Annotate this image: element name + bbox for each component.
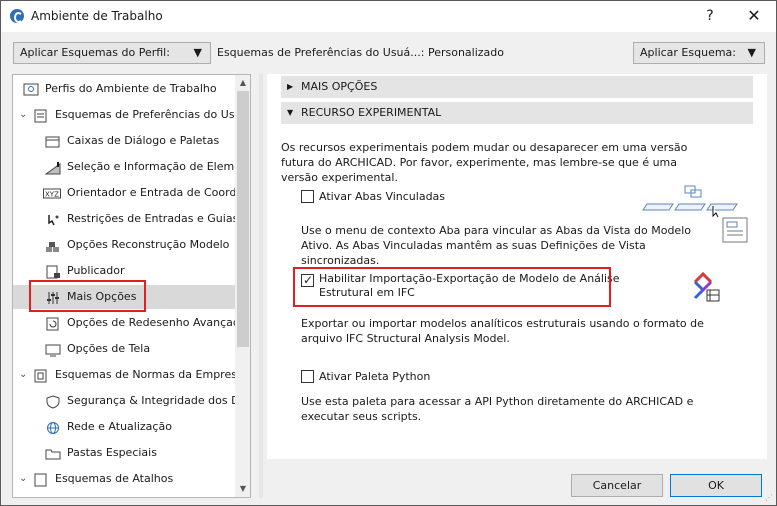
ifc-option-highlight (293, 267, 611, 307)
chevron-down-icon: ▼ (747, 46, 756, 59)
ok-button[interactable]: OK (670, 474, 762, 497)
scheme-toolbar: Aplicar Esquemas do Perfil: ▼ Esquemas d… (1, 32, 776, 72)
close-button[interactable]: ✕ (739, 5, 769, 27)
tree-item-tracker[interactable]: XYZ Orientador e Entrada de Coorder (13, 181, 248, 205)
ifc-description: Exportar ou importar modelos analíticos … (301, 317, 704, 345)
scheme-status-text: Esquemas de Preferências do Usuá...: Per… (217, 46, 504, 59)
tree-item-dialogs[interactable]: Caixas de Diálogo e Paletas (13, 129, 235, 153)
tree-item-label: Esquemas de Preferências do Usuá (55, 108, 249, 121)
tree-item-profiles[interactable]: Perfis do Ambiente de Trabalho (13, 77, 235, 101)
chevron-down-icon[interactable]: ⌄ (19, 363, 29, 387)
constraint-icon (45, 212, 61, 226)
python-label: Ativar Paleta Python (319, 370, 431, 383)
tree-item-label: Esquemas de Normas da Empresa (55, 368, 244, 381)
tree-item-label: Orientador e Entrada de Coorder (67, 186, 248, 199)
more-options-highlight (29, 280, 146, 312)
tree-item-label: Rede e Atualização (67, 420, 172, 433)
apply-profile-schemes-dropdown[interactable]: Aplicar Esquemas do Perfil: ▼ (13, 42, 211, 64)
tree-item-label: Restrições de Entradas e Guias (67, 212, 239, 225)
ifc-structural-icon (693, 272, 720, 302)
linked-tabs-checkbox[interactable] (301, 190, 314, 203)
experimental-intro: Os recursos experimentais podem mudar ou… (281, 141, 688, 184)
python-description: Use esta paleta para acessar a API Pytho… (301, 395, 694, 423)
tree-item-label: Opções de Tela (67, 342, 151, 355)
user-prefs-icon (33, 108, 49, 123)
rebuild-icon (45, 238, 61, 252)
shortcut-icon (33, 472, 49, 487)
redraw-icon (45, 316, 61, 331)
network-icon (45, 420, 61, 434)
tree-item-label: Segurança & Integridade dos Da (67, 394, 247, 407)
chevron-down-icon: ▼ (193, 46, 202, 59)
tree-item-model-rebuild[interactable]: Opções Reconstrução Modelo (13, 233, 235, 257)
python-option[interactable]: Ativar Paleta Python (301, 369, 621, 385)
tree-item-label: Opções Reconstrução Modelo (67, 238, 230, 251)
tree-item-label: Perfis do Ambiente de Trabalho (45, 82, 217, 95)
tree-item-shortcut-schemes[interactable]: ⌄ Esquemas de Atalhos (13, 467, 235, 491)
window-title: Ambiente de Trabalho (31, 9, 163, 23)
linked-tabs-option[interactable]: Ativar Abas Vinculadas (301, 189, 621, 205)
scroll-thumb[interactable] (237, 91, 249, 347)
scroll-up-arrow-icon[interactable]: ▲ (235, 75, 250, 91)
company-icon (33, 368, 49, 383)
collapse-triangle-icon: ▼ (287, 108, 294, 117)
screen-icon (45, 342, 61, 357)
options-panel: ▶ MAIS OPÇÕES ▼ RECURSO EXPERIMENTAL Os … (267, 74, 767, 459)
title-bar: Ambiente de Trabalho ? ✕ (1, 1, 776, 32)
tree-item-company-schemes[interactable]: ⌄ Esquemas de Normas da Empresa (13, 363, 244, 387)
chevron-down-icon[interactable]: ⌄ (19, 467, 29, 491)
tree-item-label: Opções de Redesenho Avançada (67, 316, 247, 329)
linked-tabs-illustration-icon (642, 185, 748, 243)
archicad-logo-icon (10, 9, 24, 23)
preferences-tree: Perfis do Ambiente de Trabalho ⌄ Esquema… (12, 74, 251, 498)
tree-item-label: Seleção e Informação de Element (67, 160, 251, 173)
tree-item-label: Caixas de Diálogo e Paletas (67, 134, 220, 147)
tree-item-redraw[interactable]: Opções de Redesenho Avançada (13, 311, 247, 335)
tree-item-network[interactable]: Rede e Atualização (13, 415, 235, 439)
tree-item-constraints[interactable]: Restrições de Entradas e Guias (13, 207, 239, 231)
section-more-options[interactable]: ▶ MAIS OPÇÕES (281, 76, 753, 98)
tree-item-label: Esquemas de Atalhos (55, 472, 174, 485)
section-experimental[interactable]: ▼ RECURSO EXPERIMENTAL (281, 102, 753, 124)
dialog-icon (45, 134, 61, 148)
panel-splitter[interactable] (259, 74, 263, 498)
selection-icon (44, 160, 61, 175)
section-title: RECURSO EXPERIMENTAL (301, 106, 442, 119)
tree-scrollbar[interactable]: ▲ ▼ (235, 75, 250, 497)
publisher-icon (45, 264, 61, 279)
linked-tabs-label: Ativar Abas Vinculadas (319, 190, 446, 203)
section-title: MAIS OPÇÕES (301, 80, 378, 93)
apply-profile-schemes-label: Aplicar Esquemas do Perfil: (20, 46, 170, 59)
chevron-down-icon[interactable]: ⌄ (19, 103, 29, 127)
apply-scheme-label: Aplicar Esquema: (640, 46, 736, 59)
scroll-down-arrow-icon[interactable]: ▼ (235, 481, 250, 497)
xyz-icon: XYZ (43, 186, 61, 200)
tree-item-special-folders[interactable]: Pastas Especiais (13, 441, 235, 465)
svg-text:XYZ: XYZ (45, 191, 59, 199)
help-button[interactable]: ? (695, 5, 725, 27)
tree-item-label: Pastas Especiais (67, 446, 157, 459)
tree-item-security[interactable]: Segurança & Integridade dos Da (13, 389, 246, 413)
preferences-dialog: Ambiente de Trabalho ? ✕ Aplicar Esquema… (0, 0, 777, 506)
tree-item-selection[interactable]: Seleção e Informação de Element (13, 155, 250, 179)
profile-icon (23, 82, 39, 96)
cancel-button[interactable]: Cancelar (571, 474, 663, 497)
expand-triangle-icon: ▶ (287, 82, 294, 91)
python-checkbox[interactable] (301, 370, 314, 383)
folder-icon (45, 446, 61, 460)
tree-item-user-schemes[interactable]: ⌄ Esquemas de Preferências do Usuá (13, 103, 248, 127)
apply-scheme-dropdown[interactable]: Aplicar Esquema: ▼ (633, 42, 765, 64)
tree-item-screen-options[interactable]: Opções de Tela (13, 337, 235, 361)
security-icon (45, 394, 61, 409)
resize-grip-icon[interactable]: ⋰ (765, 493, 773, 502)
